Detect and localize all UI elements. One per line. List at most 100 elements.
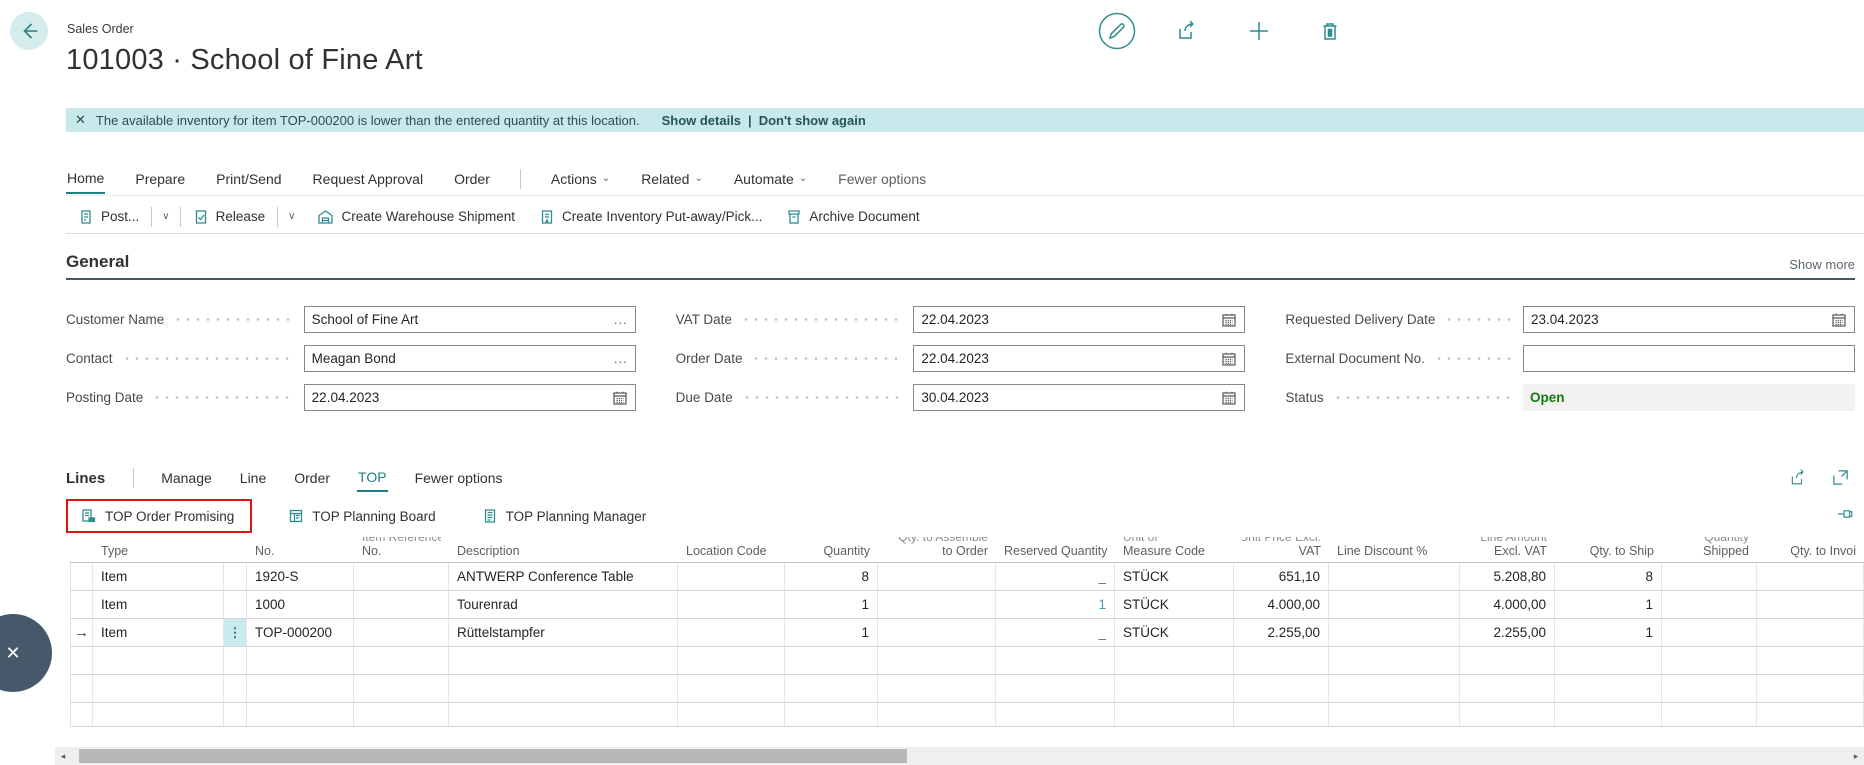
table-row[interactable]: Item 1920-S ANTWERP Conference Table 8 _… <box>70 563 1864 591</box>
table-row-empty[interactable] <box>70 675 1864 703</box>
due-date-input[interactable]: 30.04.2023 <box>913 384 1245 411</box>
cell-no[interactable]: TOP-000200 <box>247 619 354 646</box>
cell-qty-to-order[interactable] <box>878 619 996 646</box>
dont-show-again-link[interactable]: Don't show again <box>759 113 866 128</box>
table-row[interactable]: Item 1000 Tourenrad 1 1 STÜCK 4.000,00 4… <box>70 591 1864 619</box>
tab-home[interactable]: Home <box>66 164 105 194</box>
col-qty-to-invoice[interactable]: Qty. to Invoi <box>1757 537 1864 562</box>
cell-qty-to-ship[interactable]: 1 <box>1555 591 1662 618</box>
cell-location-code[interactable] <box>678 563 785 590</box>
cell-item-reference-no[interactable] <box>354 591 449 618</box>
tab-related[interactable]: Related⌄ <box>640 165 704 193</box>
cell-menu[interactable] <box>224 591 247 618</box>
release-button[interactable]: Release <box>181 204 278 230</box>
row-selector[interactable] <box>70 591 93 618</box>
table-row-empty[interactable] <box>70 647 1864 675</box>
cell-uom[interactable]: STÜCK <box>1115 563 1234 590</box>
cell-qty-to-ship[interactable]: 8 <box>1555 563 1662 590</box>
delete-button[interactable] <box>1311 12 1349 50</box>
cell-reserved-quantity[interactable]: _ <box>996 563 1115 590</box>
contact-input[interactable]: Meagan Bond ... <box>304 345 636 372</box>
calendar-icon[interactable] <box>1221 390 1237 406</box>
lookup-button[interactable]: ... <box>614 312 628 327</box>
cell-location-code[interactable] <box>678 591 785 618</box>
cell-unit-price[interactable]: 651,10 <box>1234 563 1329 590</box>
top-order-promising-button[interactable]: TOP Order Promising <box>70 502 244 530</box>
post-button[interactable]: Post... <box>66 204 151 230</box>
col-location-code[interactable]: Location Code <box>678 537 785 562</box>
lines-tab-line[interactable]: Line <box>239 465 267 491</box>
archive-document-button[interactable]: Archive Document <box>774 204 931 230</box>
show-details-link[interactable]: Show details <box>662 113 741 128</box>
row-options-button[interactable]: ⋮ <box>224 619 247 646</box>
cell-item-reference-no[interactable] <box>354 563 449 590</box>
external-document-no-input[interactable] <box>1523 345 1855 372</box>
close-icon[interactable]: ✕ <box>75 112 86 128</box>
cell-qty-to-order[interactable] <box>878 563 996 590</box>
cell-quantity[interactable]: 8 <box>785 563 878 590</box>
back-button[interactable] <box>10 12 48 50</box>
edit-button[interactable] <box>1098 12 1136 50</box>
create-inventory-putaway-pick-button[interactable]: Create Inventory Put-away/Pick... <box>527 204 774 230</box>
cell-qty-to-order[interactable] <box>878 591 996 618</box>
lines-fewer-options-button[interactable]: Fewer options <box>414 465 504 491</box>
tab-order[interactable]: Order <box>453 165 491 193</box>
cell-description[interactable]: ANTWERP Conference Table <box>449 563 678 590</box>
pin-icon[interactable] <box>1836 505 1854 523</box>
lines-tab-top[interactable]: TOP <box>357 464 388 492</box>
cell-quantity-shipped[interactable] <box>1662 591 1757 618</box>
cell-item-reference-no[interactable] <box>354 619 449 646</box>
cell-quantity[interactable]: 1 <box>785 619 878 646</box>
cell-description[interactable]: Tourenrad <box>449 591 678 618</box>
general-heading[interactable]: General <box>66 252 129 272</box>
cell-uom[interactable]: STÜCK <box>1115 591 1234 618</box>
cell-line-amount[interactable]: 2.255,00 <box>1460 619 1555 646</box>
cell-reserved-quantity[interactable]: _ <box>996 619 1115 646</box>
lines-heading[interactable]: Lines <box>66 470 105 487</box>
col-no[interactable]: No. <box>247 537 354 562</box>
col-qty-to-ship[interactable]: Qty. to Ship <box>1555 537 1662 562</box>
cell-menu[interactable] <box>224 563 247 590</box>
scroll-left-icon[interactable]: ◂ <box>55 751 71 762</box>
calendar-icon[interactable] <box>1831 312 1847 328</box>
new-document-button[interactable] <box>1240 12 1278 50</box>
col-description[interactable]: Description <box>449 537 678 562</box>
row-selector[interactable] <box>70 563 93 590</box>
post-dropdown-button[interactable]: ∨ <box>152 211 179 222</box>
cell-unit-price[interactable]: 2.255,00 <box>1234 619 1329 646</box>
col-line-discount[interactable]: Line Discount % <box>1329 537 1460 562</box>
release-dropdown-button[interactable]: ∨ <box>278 211 305 222</box>
cell-no[interactable]: 1920-S <box>247 563 354 590</box>
horizontal-scrollbar[interactable]: ◂ ▸ <box>55 747 1864 765</box>
cell-qty-to-invoice[interactable] <box>1757 591 1864 618</box>
tab-actions[interactable]: Actions⌄ <box>550 165 611 193</box>
posting-date-input[interactable]: 22.04.2023 <box>304 384 636 411</box>
cell-unit-price[interactable]: 4.000,00 <box>1234 591 1329 618</box>
show-more-link[interactable]: Show more <box>1789 257 1855 272</box>
tab-request-approval[interactable]: Request Approval <box>312 165 425 193</box>
col-type[interactable]: Type <box>93 537 224 562</box>
tab-prepare[interactable]: Prepare <box>134 165 186 193</box>
create-warehouse-shipment-button[interactable]: Create Warehouse Shipment <box>305 204 527 230</box>
table-row-current[interactable]: → Item ⋮ TOP-000200 Rüttelstampfer 1 _ S… <box>70 619 1864 647</box>
requested-delivery-date-input[interactable]: 23.04.2023 <box>1523 306 1855 333</box>
cell-line-amount[interactable]: 4.000,00 <box>1460 591 1555 618</box>
tab-print-send[interactable]: Print/Send <box>215 165 282 193</box>
cell-quantity-shipped[interactable] <box>1662 619 1757 646</box>
cell-quantity-shipped[interactable] <box>1662 563 1757 590</box>
lookup-button[interactable]: ... <box>614 351 628 366</box>
scrollbar-thumb[interactable] <box>79 749 907 763</box>
cell-location-code[interactable] <box>678 619 785 646</box>
calendar-icon[interactable] <box>1221 351 1237 367</box>
cell-qty-to-ship[interactable]: 1 <box>1555 619 1662 646</box>
lines-tab-order[interactable]: Order <box>293 465 331 491</box>
cell-line-discount[interactable] <box>1329 619 1460 646</box>
calendar-icon[interactable] <box>612 390 628 406</box>
lines-tab-manage[interactable]: Manage <box>160 465 213 491</box>
tab-automate[interactable]: Automate⌄ <box>733 165 808 193</box>
floating-widget-bubble[interactable]: ✕ <box>0 614 52 692</box>
vat-date-input[interactable]: 22.04.2023 <box>913 306 1245 333</box>
col-line-amount-excl-vat[interactable]: Line AmountExcl. VAT <box>1460 537 1555 562</box>
cell-description[interactable]: Rüttelstampfer <box>449 619 678 646</box>
col-qty-to-assemble-to-order[interactable]: Qty. to Assembleto Order <box>878 537 996 562</box>
